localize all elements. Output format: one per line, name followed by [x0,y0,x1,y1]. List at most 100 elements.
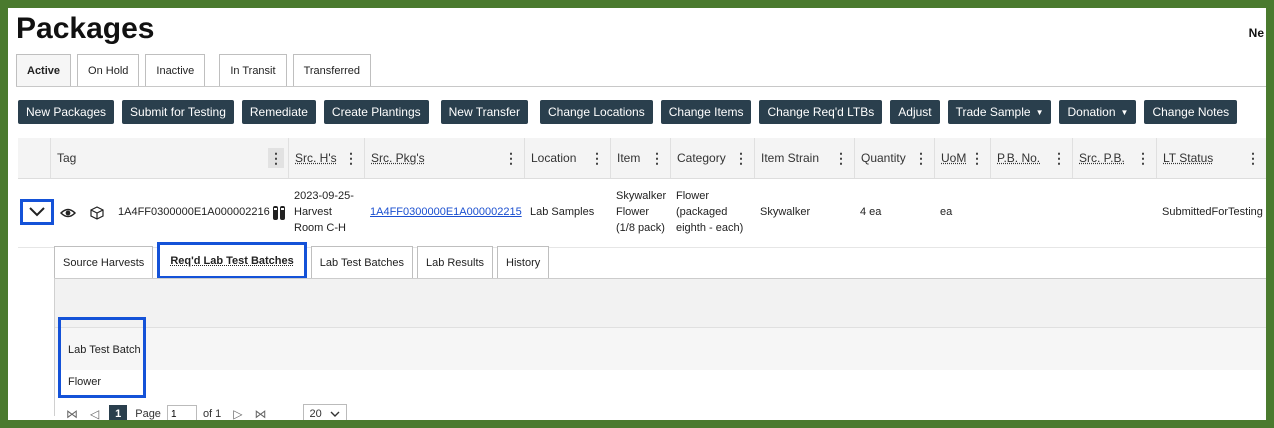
adjust-button[interactable]: Adjust [890,100,940,124]
caret-down-icon: ▼ [1120,107,1129,117]
remediate-button[interactable]: Remediate [241,100,316,124]
column-header-src-hs[interactable]: Src. H's ⋮ [288,138,364,178]
table-row[interactable]: 1A4FF0300000E1A000002216 2023-09-25-Harv… [18,179,1266,248]
tab-on-hold[interactable]: On Hold [77,54,140,86]
change-notes-button[interactable]: Change Notes [1144,100,1238,124]
package-icon[interactable] [90,179,112,247]
column-label: Src. Pkg's [371,151,425,165]
src-pkg-link[interactable]: 1A4FF0300000E1A000002215 [370,205,522,221]
trade-sample-label: Trade Sample [955,105,1031,119]
new-transfer-button[interactable]: New Transfer [440,100,528,124]
column-menu-icon[interactable]: ⋮ [1052,150,1066,167]
column-label: Src. H's [295,151,337,165]
tab-reqd-lab-test-batches[interactable]: Req'd Lab Test Batches [157,242,307,279]
pb-no-cell [990,179,1072,247]
quantity-cell: 4 ea [860,206,882,219]
caret-down-icon: ▼ [1035,107,1044,117]
page-input[interactable] [166,405,197,420]
uom-cell: ea [940,206,953,219]
chevron-down-icon [29,207,45,217]
callout-highlight-box [58,317,146,398]
column-menu-icon[interactable]: ⋮ [590,150,604,167]
category-cell: Flower (packaged eighth - each) [676,190,744,234]
tab-transferred[interactable]: Transferred [292,54,372,86]
eye-icon[interactable] [60,179,82,247]
column-label: Location [531,151,577,165]
tab-active[interactable]: Active [16,54,72,86]
column-label: UoM [941,151,967,165]
tab-lab-results[interactable]: Lab Results [416,246,494,278]
detail-tabs: Source Harvests Req'd Lab Test Batches L… [54,242,550,279]
column-header-src-pb[interactable]: Src. P.B. ⋮ [1072,138,1156,178]
list-item: Flower [55,370,1266,394]
sub-grid-toolbar [55,278,1266,328]
item-cell: Skywalker Flower (1/8 pack) [616,190,667,234]
src-pb-cell [1072,179,1156,247]
tab-history[interactable]: History [497,246,550,278]
column-menu-icon[interactable]: ⋮ [1136,150,1150,167]
current-page-button[interactable]: 1 [109,405,128,420]
actions-toolbar: New Packages Submit for Testing Remediat… [18,100,1238,124]
column-label: Item [617,151,641,165]
tab-source-harvests[interactable]: Source Harvests [54,246,154,278]
column-header-tag[interactable]: Tag ⋮ [50,138,288,178]
next-page-icon[interactable]: ▷ [233,407,242,420]
item-strain-cell: Skywalker [760,206,811,219]
src-hs-cell: 2023-09-25-Harvest Room C-H [294,190,354,234]
page-label: Page [135,408,161,420]
donation-button[interactable]: Donation ▼ [1059,100,1137,124]
tab-inactive[interactable]: Inactive [145,54,206,86]
last-page-icon[interactable]: ⋈ [255,407,267,420]
column-menu-icon[interactable]: ⋮ [834,150,848,167]
package-tabs: Active On Hold Inactive In Transit Trans… [16,54,372,86]
column-menu-icon[interactable]: ⋮ [344,150,358,167]
column-label: Quantity [861,151,906,165]
column-menu-icon[interactable]: ⋮ [268,148,284,168]
column-header-pb-no[interactable]: P.B. No. ⋮ [990,138,1072,178]
prev-page-icon[interactable]: ◁ [90,407,99,420]
column-header-category[interactable]: Category ⋮ [670,138,754,178]
trade-sample-button[interactable]: Trade Sample ▼ [947,100,1052,124]
column-menu-icon[interactable]: ⋮ [650,150,664,167]
row-expander-button[interactable] [20,199,54,225]
column-menu-icon[interactable]: ⋮ [734,150,748,167]
new-packages-button[interactable]: New Packages [18,100,115,124]
page-count: of 1 [202,408,222,420]
column-menu-icon[interactable]: ⋮ [1246,150,1260,167]
column-header-src-pkgs[interactable]: Src. Pkg's ⋮ [364,138,524,178]
tag-cell: 1A4FF0300000E1A000002216 [112,179,288,247]
column-header-item-strain[interactable]: Item Strain ⋮ [754,138,854,178]
column-menu-icon[interactable]: ⋮ [970,150,984,167]
tab-in-transit[interactable]: In Transit [219,54,287,86]
change-reqd-ltbs-button[interactable]: Change Req'd LTBs [759,100,883,124]
column-header-quantity[interactable]: Quantity ⋮ [854,138,934,178]
sub-grid-header: Lab Test Batch [55,328,1266,370]
src-pkgs-cell: 1A4FF0300000E1A000002215 [364,179,524,247]
page-size-value: 20 [309,408,322,420]
column-label: LT Status [1163,151,1214,165]
create-plantings-button[interactable]: Create Plantings [323,100,429,124]
column-header-lt-status[interactable]: LT Status ⋮ [1156,138,1266,178]
tab-lab-test-batches[interactable]: Lab Test Batches [310,246,413,278]
page-title: Packages [16,12,155,45]
grid-header: Tag ⋮ Src. H's ⋮ Src. Pkg's ⋮ Location ⋮ Ite… [18,138,1266,179]
chevron-down-icon [330,411,340,417]
change-locations-button[interactable]: Change Locations [539,100,653,124]
packages-page: Packages Ne Active On Hold Inactive In T… [8,8,1266,420]
change-items-button[interactable]: Change Items [660,100,752,124]
header-truncated-text: Ne [1248,26,1264,40]
column-header-item[interactable]: Item ⋮ [610,138,670,178]
pager: ⋈ ◁ 1 Page of 1 ▷ ⋈ 20 [54,402,1266,420]
location-cell: Lab Samples [530,206,595,219]
column-header-location[interactable]: Location ⋮ [524,138,610,178]
page-size-select[interactable]: 20 [302,404,347,420]
column-header-uom[interactable]: UoM ⋮ [934,138,990,178]
tag-value: 1A4FF0300000E1A000002216 [118,206,270,219]
column-label: Src. P.B. [1079,151,1125,165]
column-menu-icon[interactable]: ⋮ [914,150,928,167]
first-page-icon[interactable]: ⋈ [66,407,78,420]
donation-label: Donation [1067,105,1116,119]
column-menu-icon[interactable]: ⋮ [504,150,518,167]
submit-for-testing-button[interactable]: Submit for Testing [122,100,234,124]
column-label: Tag [57,151,77,165]
